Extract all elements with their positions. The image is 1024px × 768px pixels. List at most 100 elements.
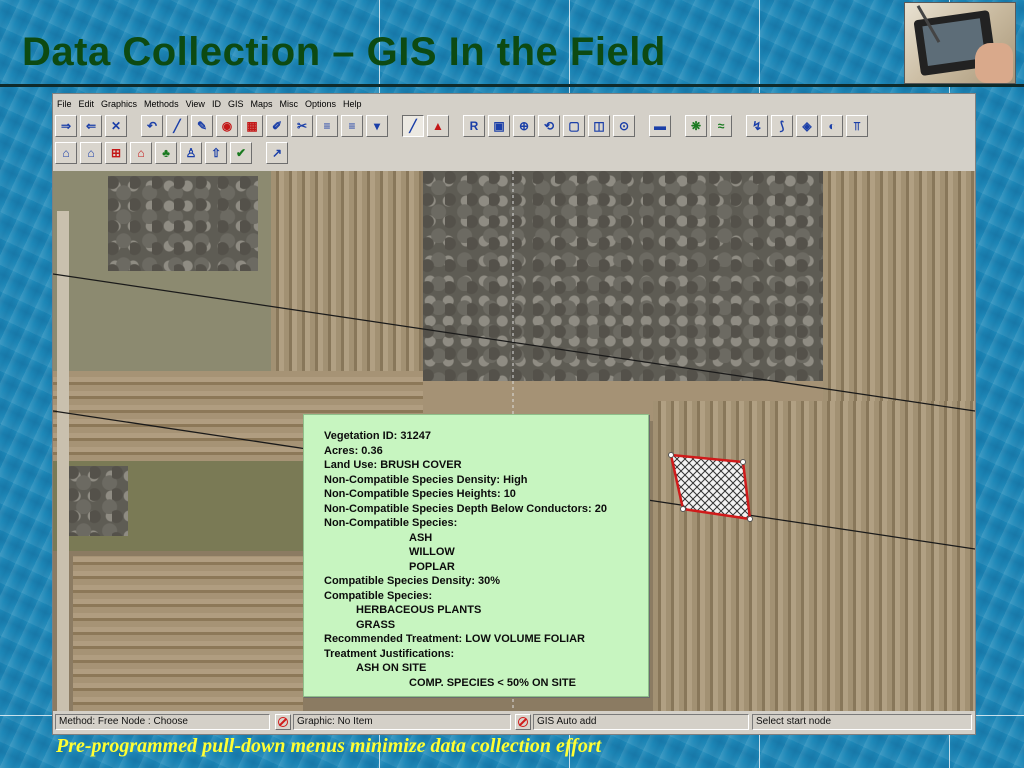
draw-line-tool-button[interactable]: ╱ — [166, 115, 188, 137]
building-tool-button[interactable]: ⌂ — [80, 142, 102, 164]
status-bar: Method: Free Node : Choose Graphic: No I… — [53, 711, 975, 734]
cut-tool-button[interactable]: ✂ — [291, 115, 313, 137]
menu-bar: File Edit Graphics Methods View ID GIS Maps Misc… — [53, 94, 975, 112]
globe-tool-button[interactable]: ◐ — [821, 115, 843, 137]
fill-tool-button[interactable]: ▲ — [427, 115, 449, 137]
title-rule — [0, 84, 1024, 87]
erase-icon: ✎ — [196, 119, 208, 133]
slide-caption: Pre-programmed pull-down menus minimize … — [56, 735, 602, 757]
polygon-node[interactable] — [747, 516, 753, 522]
info-line: HERBACEOUS PLANTS — [356, 604, 482, 616]
move-in-tool-button[interactable]: ⇒ — [55, 115, 77, 137]
site-icon: ⌂ — [137, 146, 145, 160]
menu-misc[interactable]: Misc — [275, 96, 301, 109]
status-method: Method: Free Node : Choose — [55, 714, 270, 730]
info-line: ASH ON SITE — [356, 662, 427, 674]
signal-tool-button[interactable]: ≈ — [710, 115, 732, 137]
info-line: Compatible Species: — [324, 589, 433, 602]
polygon-node[interactable] — [740, 459, 746, 465]
signal-icon: ≈ — [717, 119, 725, 133]
edit-tool-button[interactable]: ≡ — [316, 115, 338, 137]
upload-icon: ⇧ — [210, 146, 222, 160]
info-line: Acres: 0.36 — [324, 444, 383, 457]
menu-graphics[interactable]: Graphics — [97, 96, 140, 109]
polygon-node[interactable] — [668, 452, 674, 458]
zoom-tool-button[interactable]: ⊕ — [513, 115, 535, 137]
curve-icon: ⟆ — [779, 119, 785, 133]
menu-options[interactable]: Options — [301, 96, 339, 109]
split-tool-button[interactable]: ✕ — [105, 115, 127, 137]
info-line: Compatible Species Density: 30% — [324, 575, 501, 587]
cancel-icon[interactable] — [275, 714, 291, 730]
add-point-tool-button[interactable]: ◉ — [216, 115, 238, 137]
refresh-tool-button[interactable]: ◫ — [588, 115, 610, 137]
tree-tool-button[interactable]: ♣ — [155, 142, 177, 164]
zoom-icon: ⊕ — [518, 119, 530, 133]
info-line: Treatment Justifications: — [324, 647, 455, 660]
erase-tool-button[interactable]: ✎ — [191, 115, 213, 137]
snap-tool-button[interactable]: ▾ — [366, 115, 388, 137]
layers-tool-button[interactable]: ◈ — [796, 115, 818, 137]
menu-file[interactable]: File — [53, 96, 75, 109]
add-point-icon: ◉ — [221, 119, 233, 133]
info-line: Non-Compatible Species: — [324, 517, 458, 529]
site-tool-button[interactable]: ⌂ — [130, 142, 152, 164]
menu-maps[interactable]: Maps — [246, 96, 275, 109]
menu-view[interactable]: View — [182, 96, 208, 109]
pointer-tool-button[interactable]: ↗ — [266, 142, 288, 164]
gis-app-window: File Edit Graphics Methods View ID GIS Maps Misc… — [52, 93, 976, 735]
toolbar-primary: ⇒ ⇐ ✕ ↶ ╱ ✎ ◉ ▦ ✐ ✂ ≡ ≡ ▾ ╱ ▲ R ▣ ⊕ ⟲ ▢ ◫ ⊙ ▬ ❋ ≈ ↯ ⟆ ◈ ◐ ⫪ — [55, 114, 868, 138]
tower-tool-button[interactable]: ⫪ — [846, 115, 868, 137]
tower-icon: ⫪ — [853, 119, 861, 133]
clear-icon: ✐ — [271, 119, 283, 133]
info-line: GRASS — [356, 618, 396, 631]
menu-id[interactable]: ID — [208, 96, 224, 109]
cut-icon: ✂ — [296, 119, 308, 133]
delete-icon: ▦ — [246, 119, 258, 133]
power-line — [53, 273, 975, 412]
line-tool-button[interactable]: ↯ — [746, 115, 768, 137]
pointer-icon: ↗ — [271, 146, 283, 160]
tree-icon: ♣ — [162, 146, 170, 160]
undo-tool-button[interactable]: ↶ — [141, 115, 163, 137]
aerial-map[interactable]: Vegetation ID: 31247 Acres: 0.36 Land Use:… — [53, 171, 975, 711]
menu-help[interactable]: Help — [339, 96, 365, 109]
slide-title: Data Collection – GIS In the Field — [22, 30, 666, 74]
curve-tool-button[interactable]: ⟆ — [771, 115, 793, 137]
menu-methods[interactable]: Methods — [140, 96, 182, 109]
query-tool-button[interactable]: ⊙ — [613, 115, 635, 137]
house-tool-button[interactable]: ⌂ — [55, 142, 77, 164]
polygon-node[interactable] — [680, 506, 686, 512]
window-tool-button[interactable]: ▢ — [563, 115, 585, 137]
tree-tool-button[interactable]: ❋ — [685, 115, 707, 137]
rotate-tool-button[interactable]: ⟲ — [538, 115, 560, 137]
window-icon: ▢ — [568, 119, 580, 133]
r-tool-button[interactable]: R — [463, 115, 485, 137]
upload-tool-button[interactable]: ⇧ — [205, 142, 227, 164]
menu-edit[interactable]: Edit — [75, 96, 98, 109]
network-icon: ⊞ — [110, 146, 122, 160]
check-tool-button[interactable]: ✔ — [230, 142, 252, 164]
person-tool-button[interactable]: ♙ — [180, 142, 202, 164]
pencil-tool-button[interactable]: ╱ — [402, 115, 424, 137]
move-in-icon: ⇒ — [60, 119, 72, 133]
menu-gis[interactable]: GIS — [224, 96, 247, 109]
vegetation-info-popup: Vegetation ID: 31247 Acres: 0.36 Land Use:… — [303, 414, 649, 697]
edit-attribute-tool-button[interactable]: ≡ — [341, 115, 363, 137]
info-line: COMP. SPECIES < 50% ON SITE — [409, 676, 576, 689]
cancel-icon[interactable] — [515, 714, 531, 730]
check-icon: ✔ — [235, 146, 247, 160]
pencil-icon: ╱ — [409, 119, 417, 133]
info-line: Non-Compatible Species Density: High — [324, 473, 528, 486]
house-icon: ⌂ — [62, 146, 70, 160]
clear-tool-button[interactable]: ✐ — [266, 115, 288, 137]
r-icon: R — [469, 119, 479, 133]
building-icon: ⌂ — [87, 146, 95, 160]
network-tool-button[interactable]: ⊞ — [105, 142, 127, 164]
draw-line-icon: ╱ — [173, 119, 181, 133]
grid-tool-button[interactable]: ▣ — [488, 115, 510, 137]
fill-icon: ▲ — [432, 119, 444, 133]
move-out-tool-button[interactable]: ⇐ — [80, 115, 102, 137]
delete-tool-button[interactable]: ▦ — [241, 115, 263, 137]
setup-tool-button[interactable]: ▬ — [649, 115, 671, 137]
